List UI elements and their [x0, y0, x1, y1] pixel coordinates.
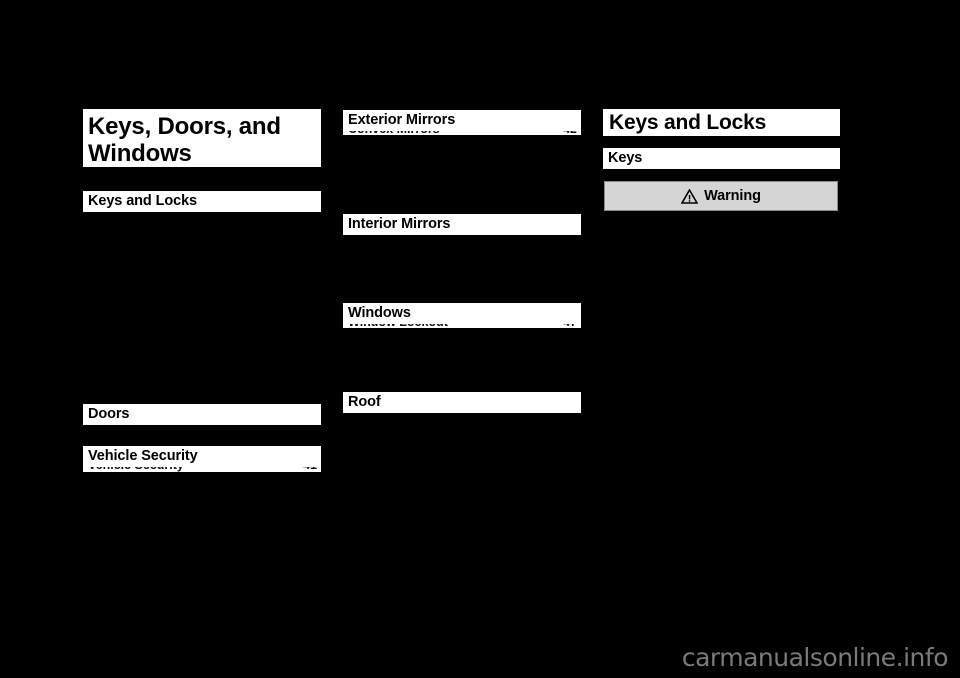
chapter-title-keys-doors-windows: Keys, Doors, and Windows: [83, 109, 321, 167]
warning-callout-box: Warning: [604, 181, 838, 211]
chapter-title-label: Keys and Locks: [609, 111, 767, 134]
clipped-toc-entry-label: Window Lockout: [343, 324, 581, 328]
section-heading-label: Roof: [348, 394, 381, 410]
section-heading-label: Windows: [348, 305, 411, 321]
section-heading-label: Exterior Mirrors: [348, 112, 456, 128]
clipped-toc-entry-label: Vehicle Security: [83, 467, 321, 472]
manual-page: Keys, Doors, and Windows Keys and Locks …: [0, 0, 960, 678]
section-heading-label: Keys and Locks: [88, 193, 198, 209]
site-watermark: carmanualsonline.info: [681, 643, 949, 672]
section-heading-interior-mirrors[interactable]: Interior Mirrors: [343, 214, 581, 235]
section-heading-windows[interactable]: Windows: [343, 303, 581, 324]
section-heading-label: Vehicle Security: [88, 448, 198, 464]
section-heading-keys: Keys: [603, 148, 840, 169]
section-heading-roof[interactable]: Roof: [343, 392, 581, 413]
clipped-toc-entry-label: Convex Mirrors: [343, 131, 581, 135]
section-heading-label: Doors: [88, 406, 130, 422]
clipped-toc-entry-page: 41: [303, 467, 317, 472]
clipped-toc-entry-page: 42: [563, 131, 577, 135]
chapter-title-line-1: Keys, Doors, and: [88, 113, 281, 140]
warning-label: Warning: [704, 188, 761, 204]
clipped-toc-entry-vehicle-security[interactable]: Vehicle Security 41: [83, 467, 321, 472]
warning-triangle-icon: [680, 187, 699, 204]
clipped-toc-entry-window-lockout[interactable]: Window Lockout 47: [343, 324, 581, 328]
section-heading-exterior-mirrors[interactable]: Exterior Mirrors: [343, 110, 581, 131]
chapter-title-keys-and-locks: Keys and Locks: [603, 109, 840, 136]
section-heading-doors[interactable]: Doors: [83, 404, 321, 425]
chapter-title-line-2: Windows: [88, 140, 192, 167]
section-heading-label: Interior Mirrors: [348, 216, 451, 232]
clipped-toc-entry-convex-mirrors[interactable]: Convex Mirrors 42: [343, 131, 581, 135]
section-heading-vehicle-security[interactable]: Vehicle Security: [83, 446, 321, 467]
section-heading-label: Keys: [608, 150, 643, 166]
section-heading-keys-and-locks[interactable]: Keys and Locks: [83, 191, 321, 212]
clipped-toc-entry-page: 47: [563, 324, 577, 328]
